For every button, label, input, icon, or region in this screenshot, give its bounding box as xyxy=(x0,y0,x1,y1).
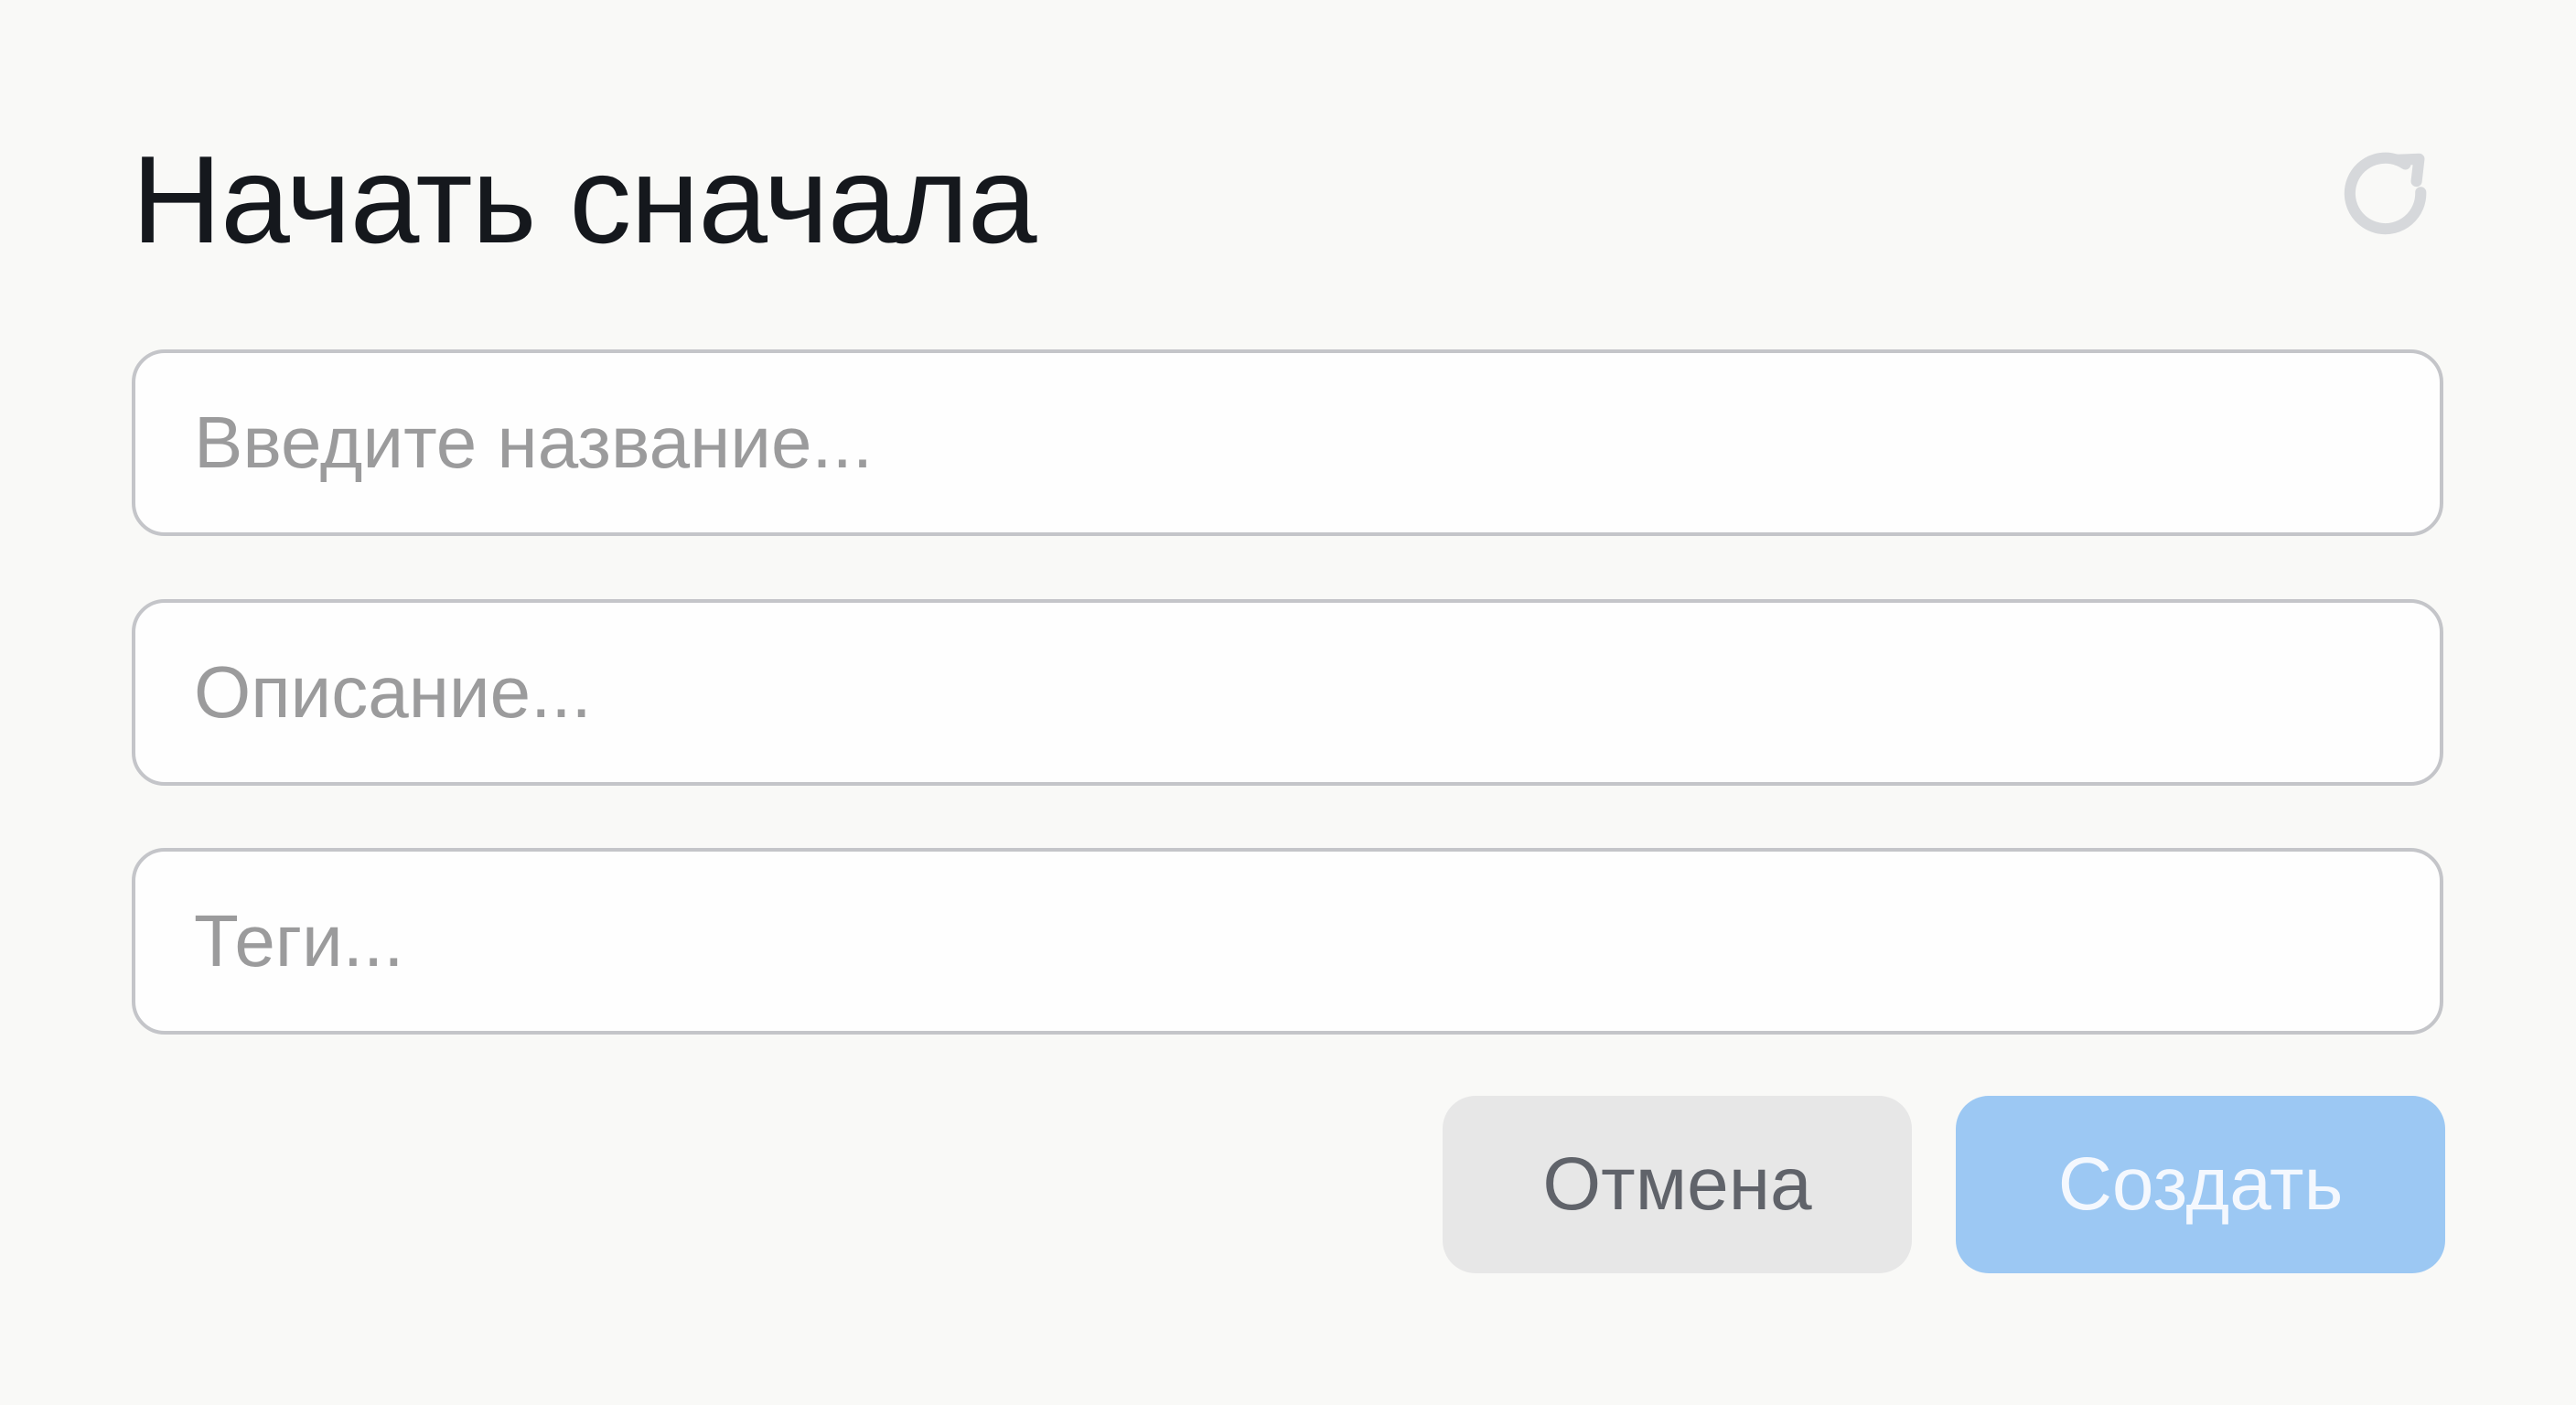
name-input[interactable] xyxy=(135,353,2440,532)
description-input[interactable] xyxy=(135,603,2440,782)
tags-field xyxy=(132,848,2443,1035)
refresh-icon xyxy=(2334,145,2437,247)
create-button-label: Создать xyxy=(2057,1142,2344,1226)
create-button[interactable]: Создать xyxy=(1956,1096,2445,1273)
new-item-dialog: Начать сначала Отмена Создать xyxy=(0,0,2576,1405)
cancel-button[interactable]: Отмена xyxy=(1443,1096,1912,1273)
tags-input[interactable] xyxy=(135,852,2440,1031)
description-field xyxy=(132,599,2443,786)
cancel-button-label: Отмена xyxy=(1542,1142,1812,1226)
name-field xyxy=(132,349,2443,536)
reset-button[interactable] xyxy=(2327,137,2444,254)
dialog-title: Начать сначала xyxy=(132,130,1037,269)
